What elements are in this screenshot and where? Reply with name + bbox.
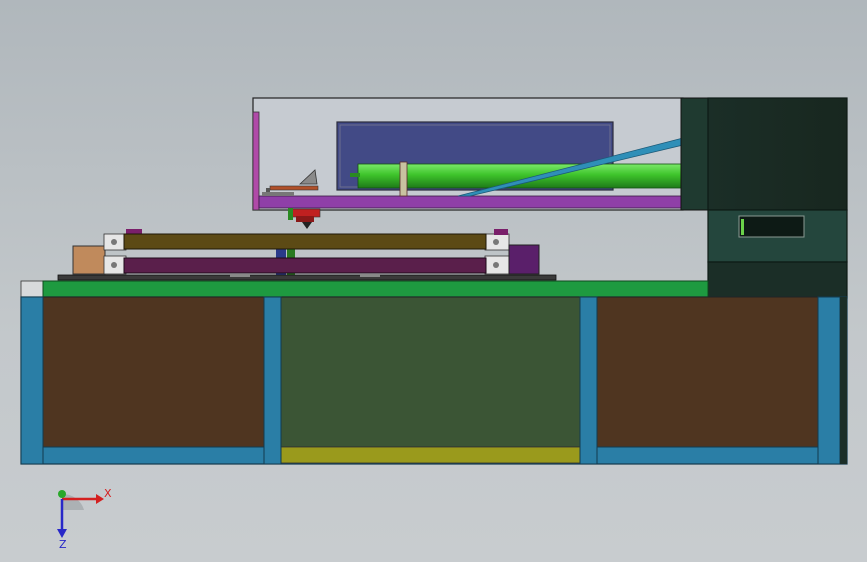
z-axis-arrow-head [57, 529, 67, 538]
x-axis-arrow-head [96, 494, 104, 504]
base-strip-center [280, 446, 581, 464]
roller-clamp [399, 161, 408, 197]
post-right [817, 296, 841, 465]
panel-right [596, 296, 819, 448]
post-center-right [579, 296, 598, 465]
cabinet-display-indicator [741, 219, 744, 235]
enclosure-left-strip [252, 111, 260, 211]
enclosure-bottom-bar [258, 195, 684, 209]
orientation-triad[interactable]: X Z [40, 482, 130, 552]
cabinet-side-strip [680, 97, 710, 211]
table-top [20, 280, 709, 298]
table-top-left-cap [20, 280, 44, 298]
panel-center [280, 296, 581, 448]
right-purple-block [508, 244, 540, 275]
post-left [20, 296, 44, 465]
table-top-surface [42, 280, 709, 298]
gold-rail [123, 233, 487, 250]
machine-front-view[interactable] [0, 0, 867, 562]
small-plate [269, 185, 319, 191]
panel-left [42, 296, 265, 448]
cabinet-upper [707, 97, 848, 211]
y-axis-dot [58, 490, 66, 498]
cabinet-lower [707, 261, 848, 299]
purple-rail [123, 257, 487, 274]
small-base [262, 192, 294, 196]
x-axis-label: X [104, 487, 112, 500]
post-center-left [263, 296, 282, 465]
green-roller-shaft [350, 173, 360, 177]
bed-rail-assembly [57, 229, 557, 281]
left-brown-block [72, 245, 106, 275]
upper-enclosure [252, 97, 684, 211]
z-axis-label: Z [59, 538, 67, 551]
cabinet-display [738, 215, 805, 238]
cad-viewport[interactable]: X Z [0, 0, 867, 562]
control-cabinet [680, 97, 848, 299]
machine-frame [20, 296, 848, 465]
bed-base-plate [57, 274, 557, 281]
triad-plane [62, 493, 84, 510]
